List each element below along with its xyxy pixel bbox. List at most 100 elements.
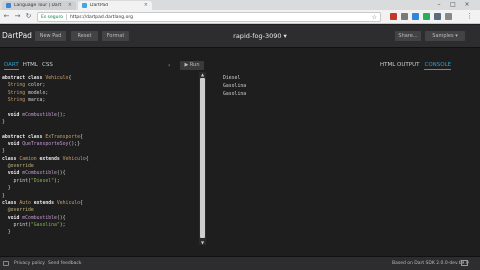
pad-title[interactable]: rapid-fog-3090 ▾ (200, 32, 320, 40)
tab-console[interactable]: CONSOLE (424, 60, 452, 70)
send-feedback-link[interactable]: Send feedback (48, 260, 81, 267)
code-token: mCombustible (22, 171, 57, 177)
code-line: void QueTransporteSoy();} (2, 141, 89, 148)
console-line: Gasolina (223, 92, 247, 97)
code-line: } (2, 193, 89, 200)
code-token: QueTransporteSoy (22, 142, 69, 148)
tab-html[interactable]: HTML (23, 60, 38, 70)
code-line: abstract class Vehiculo{ (2, 75, 89, 82)
code-token: ();} (68, 142, 80, 148)
code-token: } (2, 186, 11, 192)
code-token: String (2, 90, 28, 96)
dartpad-logo[interactable]: DartPad (2, 31, 32, 40)
extension-icon[interactable] (412, 13, 419, 20)
code-token: "Diesel" (30, 178, 54, 184)
address-bar[interactable]: Es seguro https://dartpad.dartlang.org ☆ (37, 12, 381, 22)
code-line: abstract class ExTransporte{ (2, 134, 89, 141)
extension-icon[interactable] (434, 13, 441, 20)
code-token: Auto (19, 200, 34, 206)
keyboard-icon[interactable] (3, 261, 9, 266)
code-token: class (2, 200, 20, 206)
tab-css[interactable]: CSS (42, 60, 53, 70)
code-token: { (68, 76, 72, 81)
extension-icon[interactable] (390, 13, 397, 20)
scrollbar-thumb[interactable] (200, 78, 205, 238)
tab-strip: Language Tour | Dart × DartPad × – □ × (0, 0, 480, 10)
code-token: color; (28, 83, 46, 89)
privacy-policy-link[interactable]: Privacy policy (14, 260, 45, 267)
samples-button[interactable]: Samples ▾ (425, 31, 465, 41)
browser-tab-dartpad[interactable]: DartPad × (78, 1, 152, 10)
code-line: @override (2, 207, 89, 214)
format-button[interactable]: Format (102, 31, 129, 41)
code-token: marca; (28, 98, 46, 104)
forward-icon[interactable]: → (13, 12, 22, 21)
dartpad-footer: Privacy policy Send feedback Based on Da… (0, 256, 480, 270)
url-text: https://dartpad.dartlang.org (69, 14, 133, 20)
close-icon[interactable]: × (144, 3, 148, 8)
sdk-version: Based on Dart SDK 2.0.0-dev.69.0 (392, 261, 469, 266)
code-line: } (2, 119, 89, 126)
maximize-icon[interactable]: □ (448, 1, 458, 9)
bookmark-star-icon[interactable]: ☆ (372, 13, 377, 22)
code-token: Vehiculo (56, 200, 80, 206)
code-token: } (2, 120, 5, 126)
dart-favicon-icon (6, 3, 11, 8)
code-token: @override (2, 164, 34, 170)
code-token: String (2, 83, 28, 89)
secure-label: Es seguro (41, 14, 63, 20)
code-line: class Auto extends Vehiculo{ (2, 200, 89, 207)
close-icon[interactable]: × (68, 3, 72, 8)
share-button[interactable]: Share... (395, 31, 421, 41)
console-line: Gasolina (223, 84, 247, 89)
tab-dart[interactable]: DART (4, 60, 19, 70)
extension-icon[interactable] (401, 13, 408, 20)
code-line: print("Gasolina"); (2, 222, 89, 229)
code-token: abstract class (2, 134, 46, 140)
extension-icon[interactable] (423, 13, 430, 20)
run-button[interactable]: ▶ Run (180, 61, 204, 70)
code-token: ExTransporte (45, 134, 80, 140)
code-token: extends (39, 156, 63, 162)
console-panel: Diesel Gasolina Gasolina (208, 72, 480, 248)
code-token: void (2, 171, 23, 177)
scroll-down-icon[interactable]: ▼ (199, 240, 206, 245)
code-token: ); (54, 178, 60, 184)
browser-window: Language Tour | Dart × DartPad × – □ × ←… (0, 0, 480, 270)
minimize-icon[interactable]: – (434, 1, 444, 9)
code-token: "Gasolina" (30, 222, 60, 228)
code-token: { (85, 156, 89, 162)
code-token: (); (56, 112, 66, 118)
code-line: String modelo; (2, 90, 89, 97)
chevron-left-icon[interactable]: ‹ (168, 62, 170, 69)
new-pad-button[interactable]: New Pad (35, 31, 66, 41)
code-token: print( (2, 178, 31, 184)
code-token: class (2, 156, 20, 162)
chrome-menu-icon[interactable]: ⋮ (465, 12, 474, 21)
code-token: mCombustible (22, 215, 57, 221)
code-editor[interactable]: abstract class Vehiculo{ String color; S… (0, 72, 198, 248)
code-token: print( (2, 222, 31, 228)
browser-toolbar: ← → ↻ Es seguro https://dartpad.dartlang… (0, 10, 480, 24)
dartpad-header: DartPad New Pad Reset Format rapid-fog-3… (0, 25, 480, 48)
reload-icon[interactable]: ↻ (24, 12, 33, 21)
code-token: { (80, 200, 83, 206)
code-line: } (2, 229, 89, 236)
code-token: void (2, 215, 23, 221)
code-content[interactable]: abstract class Vehiculo{ String color; S… (2, 75, 89, 237)
editor-scrollbar[interactable]: ▲ ▼ (199, 72, 206, 245)
extension-icon[interactable] (445, 13, 452, 20)
reset-button[interactable]: Reset (71, 31, 98, 41)
close-window-icon[interactable]: × (462, 1, 472, 9)
code-token: ); (59, 222, 66, 228)
editor-tab-bar: DART HTML CSS (0, 60, 53, 70)
fullscreen-icon[interactable] (461, 260, 468, 266)
code-token: } (2, 149, 5, 155)
browser-tab-language-tour[interactable]: Language Tour | Dart × (2, 1, 76, 10)
code-token: Vehiculo (62, 156, 86, 162)
scroll-up-icon[interactable]: ▲ (199, 72, 206, 77)
code-token: void (2, 112, 23, 118)
tab-html-output[interactable]: HTML OUTPUT (380, 60, 419, 70)
back-icon[interactable]: ← (2, 12, 11, 21)
